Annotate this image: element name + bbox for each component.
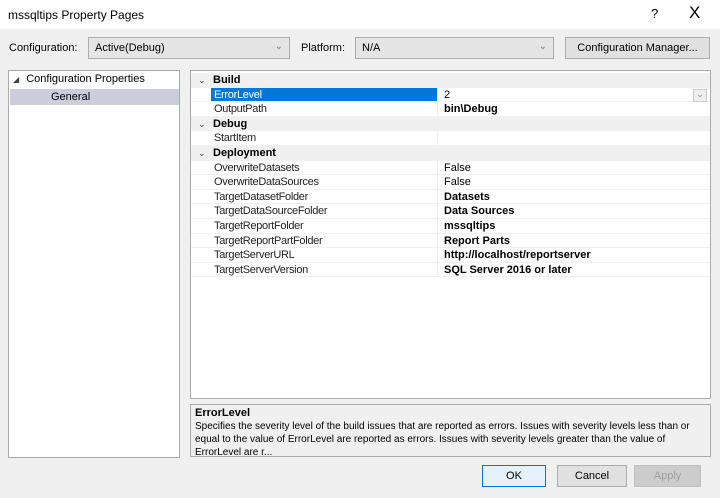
category-label: Build [213,74,241,86]
platform-dropdown[interactable]: N/A ⌄ [355,37,554,59]
property-name: OverwriteDatasets [211,160,438,175]
platform-value: N/A [362,42,381,54]
property-value[interactable]: Report Parts [441,234,510,249]
chevron-down-icon: ⌄ [538,41,547,52]
tree-item-general[interactable]: General [10,89,179,105]
property-row[interactable]: TargetDatasetFolder Datasets [191,189,710,205]
configuration-manager-button[interactable]: Configuration Manager... [565,37,710,59]
property-row[interactable]: TargetServerURL http://localhost/reportse… [191,248,710,263]
close-button[interactable]: X [689,3,700,23]
configuration-dropdown[interactable]: Active(Debug) ⌄ [88,37,290,59]
help-button[interactable]: ? [651,6,658,21]
property-row[interactable]: TargetDataSourceFolder Data Sources [191,204,710,219]
ok-button[interactable]: OK [482,465,546,487]
configuration-value: Active(Debug) [95,42,165,54]
description-text: Specifies the severity level of the buil… [195,421,690,458]
expanded-triangle-icon: ◢ [13,75,20,84]
property-name: TargetServerURL [211,248,438,262]
property-value[interactable]: 2 [441,88,450,103]
property-row[interactable]: TargetReportPartFolder Report Parts [191,233,710,249]
category-build[interactable]: ⌄ Build [191,73,710,88]
property-row[interactable]: TargetReportFolder mssqltips [191,219,710,234]
window-title: mssqltips Property Pages [8,8,145,22]
property-value[interactable]: Data Sources [441,204,514,219]
category-label: Deployment [213,147,276,159]
tree-item-configuration-properties[interactable]: ◢ Configuration Properties [13,73,145,85]
property-name: TargetReportFolder [211,219,438,233]
property-value[interactable]: http://localhost/reportserver [441,248,591,263]
property-value[interactable]: bin\Debug [441,102,498,117]
property-value[interactable]: False [441,175,471,190]
description-title: ErrorLevel [195,407,251,419]
property-row[interactable]: OverwriteDatasets False [191,160,710,176]
property-row[interactable]: ErrorLevel 2 ⌄ [191,87,710,103]
property-grid: ⌄ Build ErrorLevel 2 ⌄ OutputPath bin\Debug ⌄ De… [190,70,711,399]
apply-button[interactable]: Apply [634,465,701,487]
title-bar: mssqltips Property Pages ? X [0,0,720,29]
property-name: OverwriteDataSources [211,175,438,189]
category-label: Debug [213,117,248,130]
value-dropdown-button[interactable]: ⌄ [693,88,707,102]
description-panel: ErrorLevel Specifies the severity level … [190,404,711,458]
property-row[interactable]: StartItem [191,131,710,146]
property-name: TargetDataSourceFolder [211,204,438,218]
property-value[interactable]: mssqltips [441,219,495,234]
platform-label: Platform: [301,42,346,54]
chevron-down-icon[interactable]: ⌄ [198,117,206,132]
category-debug[interactable]: ⌄ Debug [191,116,710,132]
chevron-down-icon[interactable]: ⌄ [198,146,206,161]
cancel-button[interactable]: Cancel [557,465,627,487]
tree-panel: ◢ Configuration Properties General [8,70,180,458]
property-name: ErrorLevel [211,87,438,102]
chevron-down-icon[interactable]: ⌄ [198,73,206,88]
property-value[interactable]: Datasets [441,190,490,205]
property-name: TargetDatasetFolder [211,189,438,204]
property-value[interactable]: False [441,161,471,176]
property-name: StartItem [211,131,438,145]
property-value[interactable]: SQL Server 2016 or later [441,263,572,278]
chevron-down-icon: ⌄ [274,41,283,52]
property-row[interactable]: OutputPath bin\Debug [191,102,710,117]
configuration-label: Configuration: [9,42,78,54]
property-name: TargetReportPartFolder [211,233,438,248]
category-deployment[interactable]: ⌄ Deployment [191,146,710,161]
property-name: TargetServerVersion [211,262,438,277]
property-row[interactable]: OverwriteDataSources False [191,175,710,190]
property-row[interactable]: TargetServerVersion SQL Server 2016 or la… [191,262,710,278]
property-name: OutputPath [211,102,438,116]
